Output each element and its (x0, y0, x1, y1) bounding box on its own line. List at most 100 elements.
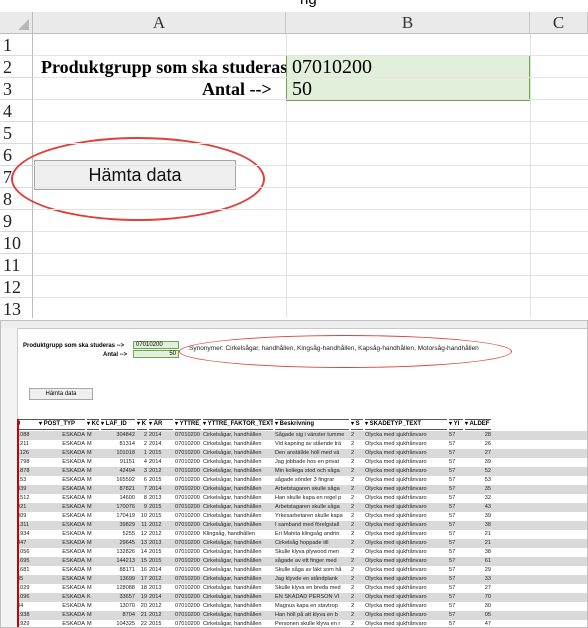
table-cell[interactable]: 2 (351, 512, 363, 521)
table-cell[interactable]: 05 (465, 611, 491, 620)
table-cell[interactable]: ESKADA (39, 521, 85, 530)
column-header-filter[interactable]: ▾ SKADETYP_TEXT (365, 419, 447, 430)
table-cell[interactable]: 81314 (101, 440, 135, 449)
row-header[interactable]: 12 (0, 276, 33, 298)
table-cell[interactable]: 4 (137, 458, 147, 467)
table-cell[interactable]: ESKADA (39, 485, 85, 494)
row-header[interactable]: 11 (0, 254, 33, 276)
table-row[interactable]: 847 ESKADA M 29645 13 2013 07010200 Cirkelsågar… (17, 539, 587, 548)
table-cell[interactable]: M (87, 584, 99, 593)
table-cell[interactable]: 38 (465, 548, 491, 557)
table-cell[interactable]: 26 (465, 440, 491, 449)
table-cell[interactable]: 35 (465, 485, 491, 494)
table-cell[interactable]: 43 (465, 503, 491, 512)
table-cell[interactable]: 07010200 (175, 566, 201, 575)
row-header[interactable]: 1 (0, 34, 33, 56)
table-cell[interactable]: 07010200 (175, 611, 201, 620)
table-cell[interactable]: 2015 (149, 620, 173, 627)
table-cell[interactable]: Olycka med sjukfrånvaro (365, 530, 447, 539)
table-cell[interactable]: 34 (17, 602, 39, 611)
table-cell[interactable]: 2 (137, 440, 147, 449)
table-cell[interactable]: ESKADA (39, 557, 85, 566)
table-row[interactable]: 921 ESKADA M 170076 9 2015 07010200 Cirkelsågar… (17, 503, 587, 512)
table-cell[interactable]: 27 (465, 584, 491, 593)
table-cell[interactable]: 1512 (17, 494, 39, 503)
table-cell[interactable]: Min kollega stod och såga (275, 467, 349, 476)
table-cell[interactable]: Cirkelsågar, handhållen (203, 467, 273, 476)
column-header-filter[interactable]: ▾ YI (449, 419, 463, 430)
table-cell[interactable]: 2 (351, 611, 363, 620)
table-cell[interactable]: 2012 (149, 575, 173, 584)
table-cell[interactable]: 35 (17, 575, 39, 584)
table-cell[interactable]: 22 (137, 620, 147, 627)
table-cell[interactable]: Olycka med sjukfrånvaro (365, 566, 447, 575)
table-cell[interactable]: 07010200 (175, 539, 201, 548)
table-cell[interactable]: 1311 (17, 521, 39, 530)
table-cell[interactable]: 2 (351, 620, 363, 627)
table-cell[interactable]: 12 (137, 530, 147, 539)
table-cell[interactable]: 2 (351, 530, 363, 539)
table-cell[interactable]: Olycka med sjukfrånvaro (365, 449, 447, 458)
table-cell[interactable]: 07010200 (175, 530, 201, 539)
table-cell[interactable]: 57 (449, 584, 463, 593)
table-cell[interactable]: Den anställde höll med vä (275, 449, 349, 458)
table-cell[interactable]: 2015 (149, 557, 173, 566)
table-cell[interactable]: 91151 (101, 458, 135, 467)
table-cell[interactable]: 88171 (101, 566, 135, 575)
table-cell[interactable]: sågade av ett finger med (275, 557, 349, 566)
column-header-filter[interactable]: ▾ Beskrivning (275, 419, 349, 430)
column-header-filter[interactable]: ▾ YTTRE_FAKTOR_TEXT_ (203, 419, 273, 430)
table-cell[interactable]: ESKADA (39, 476, 85, 485)
table-cell[interactable]: Cirkelsågar, handhållen (203, 539, 273, 548)
table-cell[interactable]: ESKADA (39, 449, 85, 458)
table-cell[interactable]: 13699 (101, 575, 135, 584)
table-cell[interactable]: Skulle klyva plywood men (275, 548, 349, 557)
table-cell[interactable]: M (87, 548, 99, 557)
table-cell[interactable]: Cirkelsågar, handhållen (203, 431, 273, 440)
table-cell[interactable]: 2015 (149, 449, 173, 458)
table-cell[interactable]: Olycka med sjukfrånvaro (365, 512, 447, 521)
column-header-b[interactable]: B (286, 12, 530, 34)
column-header-filter[interactable]: 0 (17, 419, 39, 430)
table-cell[interactable]: 11 (137, 521, 147, 530)
table-cell[interactable]: 2 (351, 584, 363, 593)
table-cell[interactable]: 1 (137, 449, 147, 458)
table-cell[interactable]: Olycka med sjukfrånvaro (365, 440, 447, 449)
table-cell[interactable]: 57 (449, 503, 463, 512)
table-cell[interactable]: Olycka med sjukfrånvaro (365, 521, 447, 530)
table-cell[interactable]: Olycka med sjukfrånvaro (365, 467, 447, 476)
table-cell[interactable]: Arbetstagaren skulle såga (275, 503, 349, 512)
table-cell[interactable]: 101018 (101, 449, 135, 458)
table-cell[interactable]: M (87, 611, 99, 620)
table-cell[interactable]: 07010200 (175, 449, 201, 458)
table-cell[interactable]: 39 (465, 512, 491, 521)
table-cell[interactable]: Olycka med sjukfrånvaro (365, 602, 447, 611)
table-cell[interactable]: sågade sönder 3 fingrar (275, 476, 349, 485)
table-cell[interactable]: 132826 (101, 548, 135, 557)
table-cell[interactable]: 2 (351, 494, 363, 503)
cell-produktgrupp-small[interactable]: 07010200 (133, 341, 179, 349)
table-cell[interactable]: 2 (351, 458, 363, 467)
table-cell[interactable]: 57 (449, 431, 463, 440)
table-cell[interactable]: 57 (449, 539, 463, 548)
table-cell[interactable]: Cirkelsåg hoppade till (275, 539, 349, 548)
table-cell[interactable]: ESKADA (39, 467, 85, 476)
table-cell[interactable]: 2 (351, 485, 363, 494)
table-cell[interactable]: ESKADA (39, 602, 85, 611)
table-row[interactable]: 1029 ESKADA M 128088 18 2013 07010200 Cirkelsåg… (17, 584, 587, 593)
table-cell[interactable]: 2012 (149, 467, 173, 476)
table-cell[interactable]: Sågade sig i vänster tumme (275, 431, 349, 440)
table-cell[interactable]: 2012 (149, 602, 173, 611)
table-cell[interactable]: 13 (137, 539, 147, 548)
table-cell[interactable]: 1798 (17, 458, 39, 467)
table-cell[interactable]: ESKADA (39, 611, 85, 620)
table-cell[interactable]: Cirkelsågar, handhållen (203, 485, 273, 494)
table-cell[interactable]: 57 (449, 620, 463, 627)
table-cell[interactable]: 2 (351, 575, 363, 584)
table-cell[interactable]: 10 (137, 512, 147, 521)
table-cell[interactable]: 33 (465, 575, 491, 584)
table-cell[interactable]: M (87, 557, 99, 566)
table-row[interactable]: 1088 ESKADA M 304842 2 2014 07010200 Cirkelsåga… (17, 431, 587, 440)
table-cell[interactable]: 07010200 (175, 584, 201, 593)
table-cell[interactable]: 2014 (149, 566, 173, 575)
